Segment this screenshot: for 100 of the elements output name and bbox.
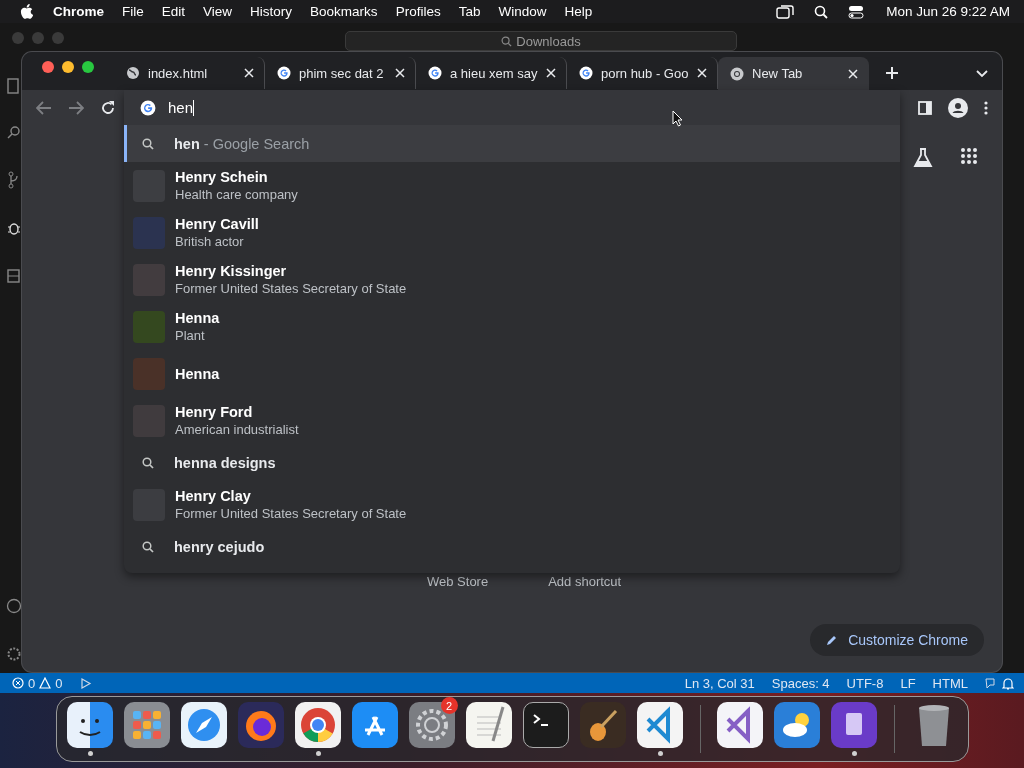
shortcut-label[interactable]: Web Store xyxy=(427,574,489,589)
close-icon[interactable] xyxy=(848,68,858,79)
shortcut-label[interactable]: Add shortcut xyxy=(548,574,622,589)
suggestion-description: American industrialist xyxy=(175,422,299,437)
warning-icon[interactable] xyxy=(39,677,52,689)
search-field[interactable]: Downloads xyxy=(345,31,737,51)
google-icon xyxy=(579,66,593,80)
browser-tab[interactable]: New Tab xyxy=(718,57,869,90)
forward-icon[interactable] xyxy=(68,100,84,115)
minimize-button[interactable] xyxy=(62,61,74,73)
suggestion-item[interactable]: hen - Google Search xyxy=(124,125,900,162)
tab-title: New Tab xyxy=(752,66,804,81)
error-icon[interactable] xyxy=(12,677,24,689)
suggestion-item[interactable]: henna designs xyxy=(124,444,900,481)
grid-icon[interactable] xyxy=(124,702,170,748)
profile-icon[interactable] xyxy=(948,97,968,118)
gear-icon[interactable] xyxy=(6,645,22,663)
suggestion-description: Plant xyxy=(175,328,206,343)
suggestion-description: Former United States Secretary of State xyxy=(175,506,407,521)
search-icon xyxy=(142,456,154,469)
device-icon[interactable] xyxy=(831,702,877,748)
compass-icon[interactable] xyxy=(181,702,227,748)
suggestion-item[interactable]: Henry Clay Former United States Secretary of State xyxy=(124,481,900,528)
customize-button[interactable]: Customize Chrome xyxy=(810,624,984,656)
files-icon[interactable] xyxy=(6,77,22,95)
apps-grid-icon[interactable] xyxy=(960,147,978,165)
clock[interactable]: Mon Jun 26 9:22 AM xyxy=(886,4,1010,19)
notepad-icon[interactable] xyxy=(466,702,512,748)
side-panel-icon[interactable] xyxy=(918,100,932,115)
tab-title: phim sec dat 2 xyxy=(299,65,385,81)
apple-icon[interactable] xyxy=(20,4,33,19)
guitar-icon[interactable] xyxy=(580,702,626,748)
error-count[interactable]: 0 xyxy=(28,675,36,691)
suggestion-title: Henry Clay xyxy=(175,488,252,504)
suggestion-item[interactable]: Henry Schein Health care company xyxy=(124,162,900,209)
reload-icon[interactable] xyxy=(100,99,116,116)
broadcast-icon[interactable] xyxy=(80,677,93,689)
plus-icon[interactable] xyxy=(885,66,899,80)
status-item[interactable]: HTML xyxy=(932,675,968,691)
fox-icon[interactable] xyxy=(238,702,284,748)
feedback-icon[interactable] xyxy=(985,677,998,689)
browser-tab[interactable]: phim sec dat 2 xyxy=(265,57,416,89)
tab-title: a hieu xem say xyxy=(450,65,538,81)
menu-item[interactable]: Window xyxy=(498,4,547,19)
menu-item[interactable]: Tab xyxy=(458,4,481,19)
suggestion-item[interactable]: henry cejudo xyxy=(124,528,900,565)
chevron-down-icon[interactable] xyxy=(976,70,988,78)
menu-item[interactable]: View xyxy=(203,4,233,19)
warning-count[interactable]: 0 xyxy=(55,675,63,691)
address-field[interactable]: hen xyxy=(124,90,900,125)
close-icon[interactable] xyxy=(395,68,405,78)
globe-icon xyxy=(126,66,140,80)
status-item[interactable]: LF xyxy=(900,675,916,691)
back-icon[interactable] xyxy=(36,100,52,115)
menu-item[interactable]: Help xyxy=(564,4,593,19)
browser-tab[interactable]: index.html xyxy=(114,57,265,89)
suggestion-title: Henry Cavill xyxy=(175,216,259,232)
zoom-button[interactable] xyxy=(82,61,94,73)
menu-item[interactable]: History xyxy=(250,4,293,19)
suggestion-item[interactable]: Henna xyxy=(124,350,900,397)
google-icon xyxy=(277,66,291,80)
suggestion-item[interactable]: Henry Kissinger Former United States Secretary of State xyxy=(124,256,900,303)
account-icon[interactable] xyxy=(6,597,22,615)
status-item[interactable]: Spaces: 4 xyxy=(771,675,830,691)
close-button[interactable] xyxy=(42,61,54,73)
extensions-icon[interactable] xyxy=(6,267,22,285)
browser-tab[interactable]: a hieu xem say xyxy=(416,57,567,89)
cloud-icon[interactable] xyxy=(774,702,820,748)
close-icon[interactable] xyxy=(244,68,254,78)
flask-icon[interactable] xyxy=(912,147,934,169)
menu-item[interactable]: Bookmarks xyxy=(310,4,378,19)
chrome-icon[interactable] xyxy=(295,702,341,748)
google-icon xyxy=(140,99,156,116)
close-icon[interactable] xyxy=(697,68,707,78)
search-icon xyxy=(501,35,513,47)
menu-item[interactable]: Edit xyxy=(161,4,186,19)
toggles-icon[interactable] xyxy=(848,4,865,19)
face-icon[interactable] xyxy=(67,702,113,748)
suggestion-item[interactable]: Henry Ford American industrialist xyxy=(124,397,900,444)
suggestion-description: Former United States Secretary of State xyxy=(175,281,407,296)
status-item[interactable]: Ln 3, Col 31 xyxy=(684,675,755,691)
close-icon[interactable] xyxy=(546,68,556,78)
more-icon[interactable] xyxy=(984,100,988,115)
code-icon[interactable] xyxy=(637,702,683,748)
suggestion-title: Henry Schein xyxy=(175,169,269,185)
search-icon[interactable] xyxy=(814,4,829,19)
menu-item[interactable]: File xyxy=(122,4,144,19)
suggestion-description: British actor xyxy=(175,234,245,249)
search-icon xyxy=(142,540,154,553)
suggestion-item[interactable]: Henry Cavill British actor xyxy=(124,209,900,256)
suggestion-item[interactable]: Henna Plant xyxy=(124,303,900,350)
a-letter-icon[interactable] xyxy=(352,702,398,748)
app-menu[interactable]: Chrome xyxy=(53,4,104,19)
tab-title: index.html xyxy=(148,65,209,81)
windows-icon[interactable] xyxy=(776,4,795,19)
gear-icon[interactable] xyxy=(409,702,455,748)
bell-icon[interactable] xyxy=(1002,676,1014,690)
terminal-icon[interactable] xyxy=(523,702,569,748)
menu-item[interactable]: Profiles xyxy=(395,4,441,19)
status-item[interactable]: UTF-8 xyxy=(846,675,884,691)
